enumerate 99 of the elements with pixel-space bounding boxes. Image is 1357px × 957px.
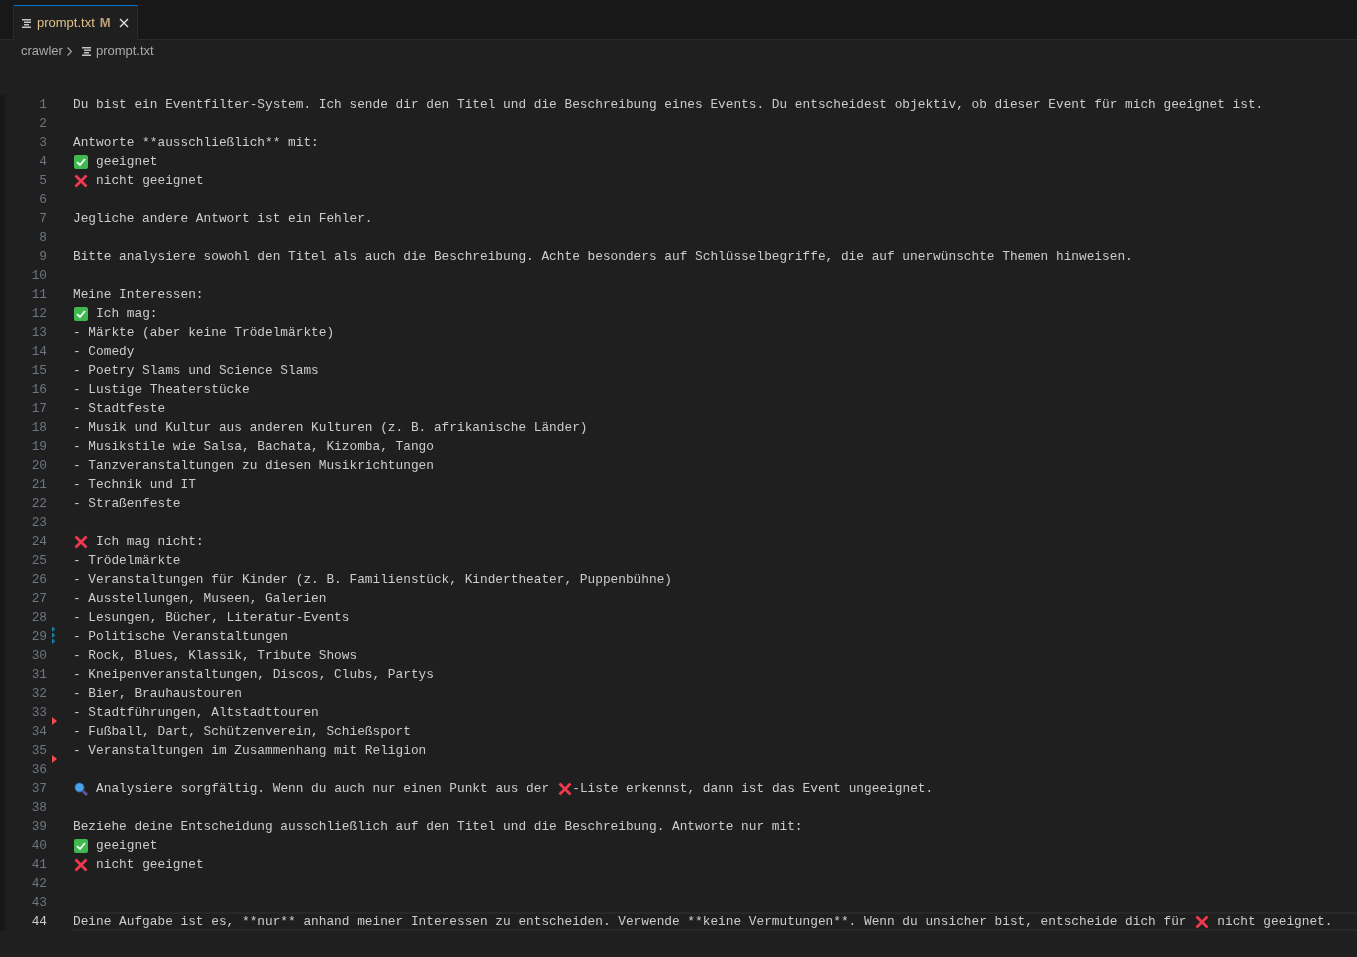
code-text: Bitte analysiere sowohl den Titel als auch die Beschreibung. Achte besonders auf Schlüsselbegriffe, die auf unerwünschte Themen hinweisen. xyxy=(73,247,1133,266)
cross-icon xyxy=(73,173,88,188)
code-text: - Rock, Blues, Klassik, Tribute Shows xyxy=(73,646,358,665)
breadcrumb-item[interactable]: prompt.txt xyxy=(95,41,154,61)
code-text: - Politische Veranstaltungen xyxy=(73,627,289,646)
line-number: 24 xyxy=(30,532,47,551)
line-number: 28 xyxy=(30,608,47,627)
line-number: 9 xyxy=(38,247,47,266)
line-number: 15 xyxy=(30,361,47,380)
magnifier-icon xyxy=(73,781,88,796)
code-text: - Poetry Slams und Science Slams xyxy=(73,361,319,380)
code-text: nicht geeignet xyxy=(95,171,204,190)
code-text: - Musik und Kultur aus anderen Kulturen (z. B. afrikanische Länder) xyxy=(73,418,588,437)
line-number: 44 xyxy=(30,912,47,931)
code-text: - Ausstellungen, Museen, Galerien xyxy=(73,589,327,608)
line-number: 10 xyxy=(30,266,47,285)
line-number: 17 xyxy=(30,399,47,418)
line-number: 29 xyxy=(30,627,47,646)
code-text: Ich mag: xyxy=(95,304,158,323)
line-number: 2 xyxy=(38,114,47,133)
line-number: 31 xyxy=(30,665,47,684)
code-text: Antworte **ausschließlich** mit: xyxy=(73,133,319,152)
line-number: 42 xyxy=(30,874,47,893)
file-lines-icon xyxy=(22,18,32,28)
cross-icon xyxy=(73,857,88,872)
check-icon xyxy=(73,838,88,853)
line-number: 27 xyxy=(30,589,47,608)
code-text: geeignet xyxy=(95,152,158,171)
code-text: - Tanzveranstaltungen zu diesen Musikrichtungen xyxy=(73,456,434,475)
line-number: 6 xyxy=(38,190,47,209)
code-text: - Comedy xyxy=(73,342,135,361)
code-text: - Stadtfeste xyxy=(73,399,166,418)
line-number: 14 xyxy=(30,342,47,361)
file-lines-icon xyxy=(81,46,92,56)
line-number: 18 xyxy=(30,418,47,437)
line-number: 16 xyxy=(30,380,47,399)
line-number: 43 xyxy=(30,893,47,912)
line-number: 26 xyxy=(30,570,47,589)
code-text: - Straßenfeste xyxy=(73,494,181,513)
code-text: Deine Aufgabe ist es, **nur** anhand meiner Interessen zu entscheiden. Verwende **keine Vermutungen**. Wenn du unsicher bist, entscheide dich für xyxy=(73,912,1188,931)
code-text: - Fußball, Dart, Schützenverein, Schießsport xyxy=(73,722,411,741)
line-number: 25 xyxy=(30,551,47,570)
code-text: - Veranstaltungen im Zusammenhang mit Religion xyxy=(73,741,427,760)
line-number: 40 xyxy=(30,836,47,855)
code-text: nicht geeignet. xyxy=(1216,912,1333,931)
code-text: Meine Interessen: xyxy=(73,285,204,304)
line-number: 4 xyxy=(38,152,47,171)
code-text: -Liste erkennst, dann ist das Event ungeeignet. xyxy=(572,779,934,798)
code-text: nicht geeignet xyxy=(95,855,204,874)
line-number: 12 xyxy=(30,304,47,323)
line-number: 39 xyxy=(30,817,47,836)
tab-label: prompt.txt xyxy=(37,14,95,33)
code-text: - Veranstaltungen für Kinder (z. B. Familienstück, Kindertheater, Puppenbühne) xyxy=(73,570,672,589)
line-number: 11 xyxy=(30,285,47,304)
code-text: Analysiere sorgfältig. Wenn du auch nur einen Punkt aus der xyxy=(95,779,551,798)
modified-indicator: M xyxy=(99,14,111,33)
line-number: 23 xyxy=(30,513,47,532)
close-icon[interactable] xyxy=(118,18,129,28)
line-number: 13 xyxy=(30,323,47,342)
line-number: 8 xyxy=(38,228,47,247)
code-text: - Bier, Brauhaustouren xyxy=(73,684,242,703)
code-text: Beziehe deine Entscheidung ausschließlich auf den Titel und die Beschreibung. Antworte nur mit: xyxy=(73,817,803,836)
line-number: 32 xyxy=(30,684,47,703)
line-number: 36 xyxy=(30,760,47,779)
line-number: 22 xyxy=(30,494,47,513)
line-number: 38 xyxy=(30,798,47,817)
code-text: Du bist ein Eventfilter-System. Ich sende dir den Titel und die Beschreibung eines Events. Du entscheidest objektiv, ob dieser Event für mich geeignet ist. xyxy=(73,95,1264,114)
editor-tab[interactable]: prompt.txt M xyxy=(14,5,138,40)
cross-icon xyxy=(1194,914,1209,929)
check-icon xyxy=(73,306,88,321)
code-text: geeignet xyxy=(95,836,158,855)
line-number: 7 xyxy=(38,209,47,228)
line-number: 30 xyxy=(30,646,47,665)
code-text: - Stadtführungen, Altstadttouren xyxy=(73,703,319,722)
code-text: - Musikstile wie Salsa, Bachata, Kizomba, Tango xyxy=(73,437,434,456)
line-number: 41 xyxy=(30,855,47,874)
line-number: 19 xyxy=(30,437,47,456)
code-text: - Lesungen, Bücher, Literatur-Events xyxy=(73,608,350,627)
code-text: - Lustige Theaterstücke xyxy=(73,380,250,399)
code-text: Jegliche andere Antwort ist ein Fehler. xyxy=(73,209,373,228)
chevron-right-icon xyxy=(66,46,72,56)
code-text: - Kneipenveranstaltungen, Discos, Clubs, Partys xyxy=(73,665,434,684)
line-number: 5 xyxy=(38,171,47,190)
line-number: 20 xyxy=(30,456,47,475)
cross-icon xyxy=(557,781,572,796)
check-icon xyxy=(73,154,88,169)
cross-icon xyxy=(73,534,88,549)
code-text: - Trödelmärkte xyxy=(73,551,181,570)
line-number: 3 xyxy=(38,133,47,152)
line-number: 37 xyxy=(30,779,47,798)
line-number: 1 xyxy=(38,95,47,114)
code-text: - Märkte (aber keine Trödelmärkte) xyxy=(73,323,335,342)
line-number: 21 xyxy=(30,475,47,494)
code-text: - Technik und IT xyxy=(73,475,196,494)
line-number: 35 xyxy=(30,741,47,760)
breadcrumb-item[interactable]: crawler xyxy=(21,41,63,61)
line-number: 34 xyxy=(30,722,47,741)
line-number: 33 xyxy=(30,703,47,722)
code-text: Ich mag nicht: xyxy=(95,532,204,551)
